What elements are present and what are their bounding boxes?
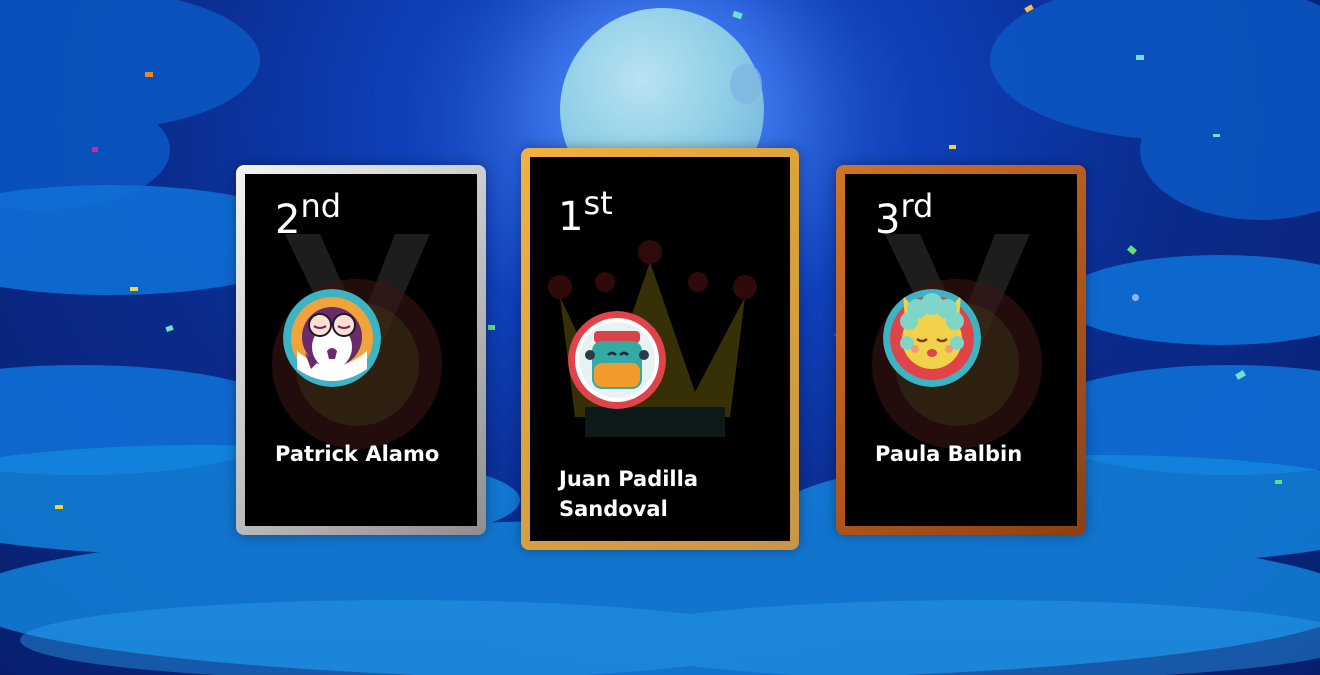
confetti <box>1136 55 1144 60</box>
penguin-avatar-icon <box>283 289 381 387</box>
player-name: Patrick Alamo <box>275 442 440 466</box>
confetti <box>1213 134 1220 137</box>
rank-label: 1st <box>558 184 613 240</box>
confetti <box>55 505 63 509</box>
confetti <box>949 145 956 149</box>
confetti <box>130 287 138 291</box>
confetti <box>92 147 98 152</box>
rank-label: 2nd <box>275 187 342 243</box>
jar-avatar-icon <box>568 311 666 409</box>
confetti <box>145 72 153 77</box>
rank-label: 3rd <box>875 187 934 243</box>
confetti <box>488 325 495 330</box>
player-name: Paula Balbin <box>875 442 1023 466</box>
card-body: 3rd Paula Balbin <box>845 174 1077 526</box>
confetti <box>1275 480 1282 484</box>
podium-card-second: 2nd Patrick Alamo <box>236 165 486 535</box>
llama-avatar-icon <box>883 289 981 387</box>
confetti <box>1132 294 1139 301</box>
podium-card-third: 3rd Paula Balbin <box>836 165 1086 535</box>
avatar-llama <box>883 289 981 387</box>
card-body: 2nd Patrick Alamo <box>245 174 477 526</box>
avatar-penguin <box>283 289 381 387</box>
podium-card-first: 1st Juan Padilla Sandoval <box>521 148 799 550</box>
avatar-jar <box>568 311 666 409</box>
card-body: 1st Juan Padilla Sandoval <box>530 157 790 541</box>
player-name: Juan Padilla Sandoval <box>559 467 698 521</box>
